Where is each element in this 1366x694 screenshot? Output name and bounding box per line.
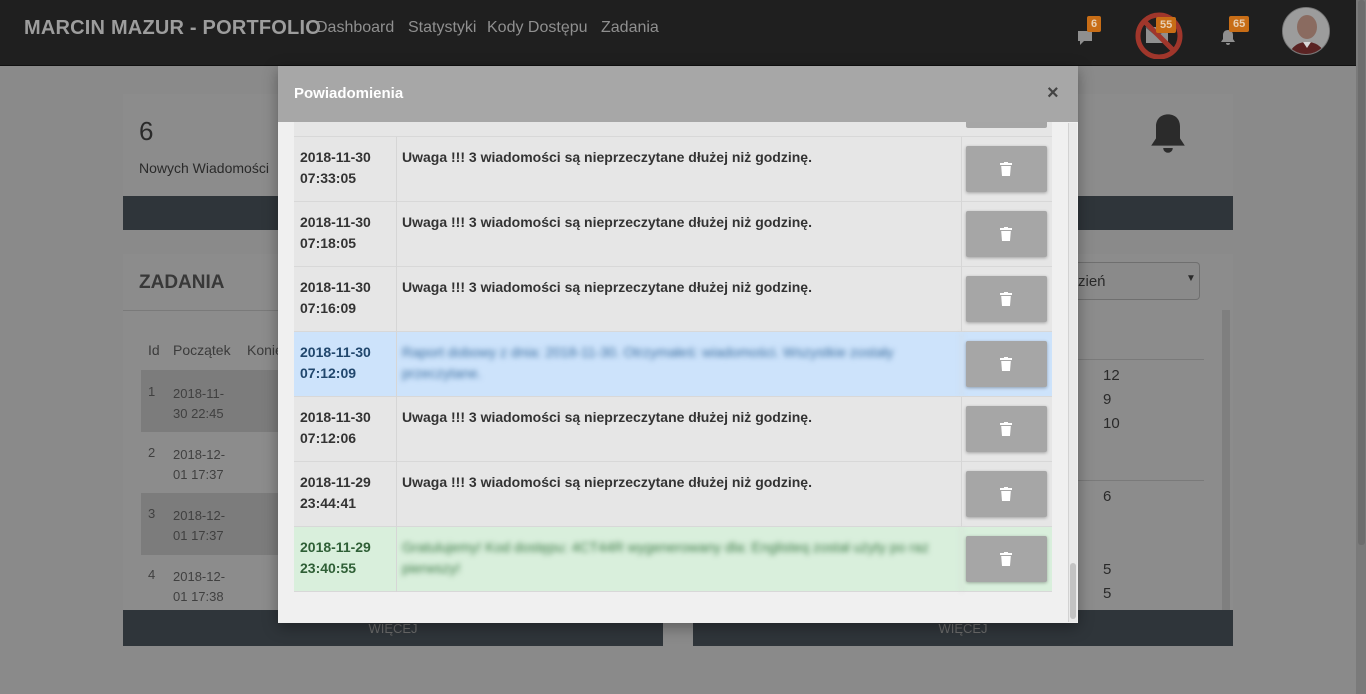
notification-date: 2018-11-29 23:40:55 xyxy=(294,527,397,592)
notification-date: 2018-11-30 07:12:09 xyxy=(294,332,397,397)
delete-button[interactable] xyxy=(966,471,1047,517)
trash-icon xyxy=(1000,552,1012,566)
stats-scrollbar[interactable] xyxy=(1222,310,1230,610)
notification-actions xyxy=(963,332,1052,397)
tasks-card: ZADANIA Id Początek Konie 1 2018-11- 30 2… xyxy=(123,254,283,610)
notification-date: 2018-11-30 07:16:09 xyxy=(294,267,397,332)
page-scrollbar-thumb[interactable] xyxy=(1358,0,1365,545)
delete-button[interactable] xyxy=(966,341,1047,387)
delete-button[interactable] xyxy=(966,122,1047,128)
notification-row: 2018-11-30 07:12:09 Raport dobowy z dnia:… xyxy=(294,332,1052,397)
notifications-modal: Powiadomienia × 2018-11-30 07:33:05 Uwaga… xyxy=(278,66,1078,623)
delete-button[interactable] xyxy=(966,276,1047,322)
notification-message: Gratulujemy! Kod dostępu: 4CT44R wygener… xyxy=(398,527,962,592)
messages-nav-button[interactable]: 6 xyxy=(1074,16,1102,50)
trash-icon xyxy=(1000,227,1012,241)
task-start: 2018-12- 01 17:37 xyxy=(173,447,226,482)
stat-value: 6 xyxy=(1103,488,1112,505)
notifications-badge: 65 xyxy=(1229,16,1250,32)
nav-link-zadania[interactable]: Zadania xyxy=(601,19,659,37)
notification-date: 2018-11-30 07:12:06 xyxy=(294,397,397,462)
blocked-messages-nav-button[interactable]: 55 xyxy=(1134,11,1184,59)
notification-message: Uwaga !!! 3 wiadomości są nieprzeczytane… xyxy=(398,137,962,202)
notification-actions xyxy=(963,527,1052,592)
notification-actions xyxy=(963,137,1052,202)
notification-row: 2018-11-30 07:18:05 Uwaga !!! 3 wiadomośc… xyxy=(294,202,1052,267)
notification-date: 2018-11-30 07:18:05 xyxy=(294,202,397,267)
stat-value: 9 xyxy=(1103,391,1112,408)
trash-icon xyxy=(1000,422,1012,436)
notifications-card-footer[interactable] xyxy=(1078,196,1233,230)
period-select[interactable]: zień ▼ xyxy=(1078,262,1200,300)
modal-title: Powiadomienia xyxy=(294,85,404,102)
tasks-card-divider xyxy=(123,310,278,311)
stat-value: 10 xyxy=(1103,415,1120,432)
notification-message: Uwaga !!! 3 wiadomości są nieprzeczytane… xyxy=(398,202,962,267)
notification-message: Uwaga !!! 3 wiadomości są nieprzeczytane… xyxy=(398,462,962,527)
modal-header: Powiadomienia × xyxy=(278,66,1078,122)
period-select-value: zień xyxy=(1078,273,1106,290)
blocked-messages-badge: 55 xyxy=(1156,17,1177,33)
stat-value: 5 xyxy=(1103,585,1112,602)
stats-divider xyxy=(1078,359,1204,360)
tasks-col-id: Id xyxy=(148,342,160,358)
notification-row: 2018-11-30 07:12:06 Uwaga !!! 3 wiadomośc… xyxy=(294,397,1052,462)
tasks-card-title: ZADANIA xyxy=(139,272,225,293)
nav-link-kody-dostepu[interactable]: Kody Dostępu xyxy=(487,19,588,37)
stats-card: zień ▼ 12 9 10 6 5 5 xyxy=(1078,254,1233,610)
modal-scrollbar-track[interactable] xyxy=(1068,123,1077,622)
chevron-down-icon: ▼ xyxy=(1186,273,1196,284)
stat-value: 12 xyxy=(1103,367,1120,384)
delete-button[interactable] xyxy=(966,146,1047,192)
task-start: 2018-12- 01 17:38 xyxy=(173,569,226,604)
modal-scrollbar[interactable] xyxy=(1068,123,1077,622)
delete-button[interactable] xyxy=(966,211,1047,257)
task-id: 3 xyxy=(148,506,156,521)
notification-row: 2018-11-30 07:33:05 Uwaga !!! 3 wiadomośc… xyxy=(294,137,1052,202)
notification-row: 2018-11-30 07:16:09 Uwaga !!! 3 wiadomośc… xyxy=(294,267,1052,332)
delete-button[interactable] xyxy=(966,406,1047,452)
new-messages-label: Nowych Wiadomości xyxy=(139,160,269,176)
brand-title[interactable]: MARCIN MAZUR - PORTFOLIO xyxy=(24,17,321,40)
modal-scrollbar-thumb[interactable] xyxy=(1070,563,1076,619)
task-id: 1 xyxy=(148,384,156,399)
user-photo-icon xyxy=(1283,8,1329,54)
notification-actions xyxy=(963,462,1052,527)
notification-row: 2018-11-29 23:40:55 Gratulujemy! Kod dost… xyxy=(294,527,1052,592)
new-messages-count: 6 xyxy=(139,116,154,146)
task-start: 2018-11- 30 22:45 xyxy=(173,386,225,421)
trash-icon xyxy=(1000,162,1012,176)
notification-message: Uwaga !!! 3 wiadomości są nieprzeczytane… xyxy=(398,397,962,462)
bell-icon xyxy=(1151,114,1185,153)
notification-actions xyxy=(963,202,1052,267)
trash-icon xyxy=(1000,487,1012,501)
task-start: 2018-12- 01 17:37 xyxy=(173,508,226,543)
notification-message: Raport dobowy z dnia: 2018-11-30. Otrzym… xyxy=(398,332,962,397)
messages-card-footer[interactable] xyxy=(123,196,278,230)
modal-body: 2018-11-30 07:33:05 Uwaga !!! 3 wiadomośc… xyxy=(294,122,1068,614)
notification-actions xyxy=(963,397,1052,462)
stats-divider xyxy=(1078,480,1204,481)
close-icon[interactable]: × xyxy=(1047,82,1059,105)
trash-icon xyxy=(1000,292,1012,306)
notification-date: 2018-11-29 23:44:41 xyxy=(294,462,397,527)
nav-link-dashboard[interactable]: Dashboard xyxy=(316,19,394,37)
nav-link-statystyki[interactable]: Statystyki xyxy=(408,19,476,37)
delete-button[interactable] xyxy=(966,536,1047,582)
user-avatar[interactable] xyxy=(1282,7,1330,55)
messages-badge: 6 xyxy=(1087,16,1102,32)
previous-row-partial xyxy=(294,122,1052,137)
notification-row: 2018-11-29 23:44:41 Uwaga !!! 3 wiadomośc… xyxy=(294,462,1052,527)
trash-icon xyxy=(1000,357,1012,371)
notification-message: Uwaga !!! 3 wiadomości są nieprzeczytane… xyxy=(398,267,962,332)
notifications-nav-button[interactable]: 65 xyxy=(1216,16,1250,50)
task-id: 4 xyxy=(148,567,156,582)
top-navbar: MARCIN MAZUR - PORTFOLIO Dashboard Staty… xyxy=(0,0,1356,66)
stat-value: 5 xyxy=(1103,561,1112,578)
notification-actions xyxy=(963,267,1052,332)
notification-date: 2018-11-30 07:33:05 xyxy=(294,137,397,202)
task-id: 2 xyxy=(148,445,156,460)
tasks-col-start: Początek xyxy=(173,342,231,358)
